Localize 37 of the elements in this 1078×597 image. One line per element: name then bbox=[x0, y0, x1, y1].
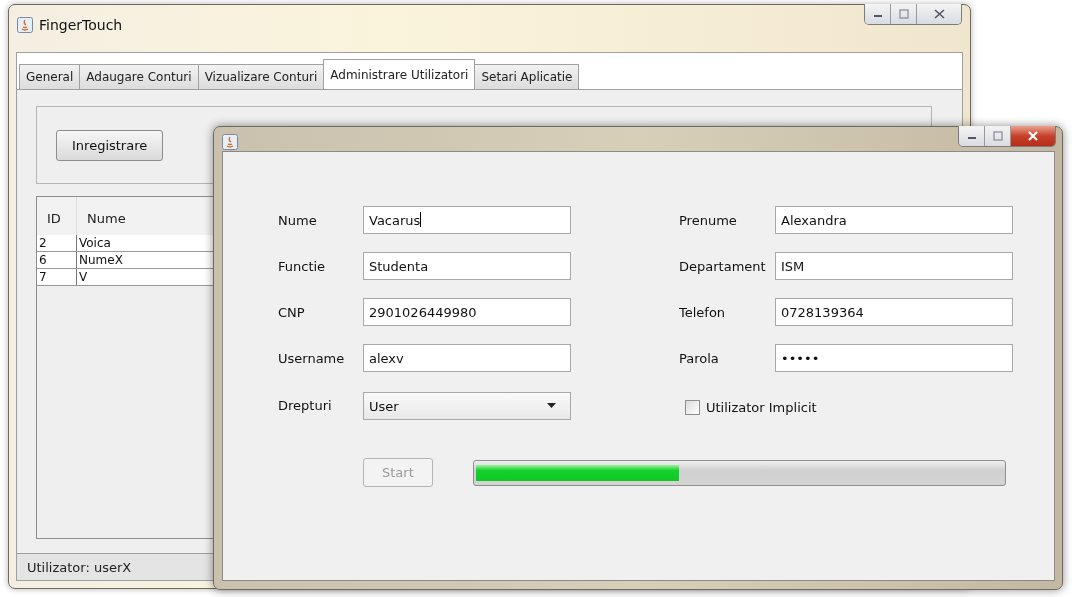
field-label: Prenume bbox=[678, 212, 738, 228]
maximize-icon bbox=[898, 9, 909, 19]
checkbox[interactable] bbox=[685, 399, 700, 415]
field-label: Username bbox=[278, 350, 346, 366]
table-cell: 7 bbox=[37, 269, 77, 285]
input-field[interactable]: ISM bbox=[775, 252, 1013, 280]
tab[interactable]: General bbox=[19, 64, 81, 89]
field-label: Parola bbox=[678, 350, 720, 366]
register-button[interactable]: Inregistrare bbox=[56, 129, 164, 161]
field-label: CNP bbox=[278, 304, 306, 320]
table-cell: 6 bbox=[37, 252, 77, 268]
close-icon bbox=[1027, 131, 1039, 141]
input-field[interactable]: Alexandra bbox=[775, 206, 1013, 234]
minimize-button[interactable] bbox=[959, 126, 985, 146]
close-button[interactable] bbox=[1011, 126, 1055, 146]
window-title: FingerTouch bbox=[39, 17, 123, 33]
field-label: Drepturi bbox=[278, 397, 333, 413]
tab[interactable]: Adaugare Conturi bbox=[79, 64, 199, 89]
close-icon bbox=[933, 9, 945, 19]
caret-icon bbox=[547, 403, 556, 409]
checkbox-label: Utilizator Implicit bbox=[706, 399, 817, 415]
rights-dropdown[interactable]: User bbox=[363, 392, 571, 420]
field-label: Nume bbox=[278, 212, 318, 228]
input-field[interactable]: Vacarus bbox=[363, 206, 571, 234]
app-icon bbox=[17, 17, 33, 33]
maximize-icon bbox=[992, 131, 1003, 141]
minimize-button[interactable] bbox=[865, 4, 891, 24]
input-field[interactable]: 0728139364 bbox=[775, 298, 1013, 326]
input-field[interactable]: ••••• bbox=[775, 344, 1013, 372]
tab[interactable]: Vizualizare Conturi bbox=[197, 64, 325, 89]
close-button[interactable] bbox=[917, 4, 961, 24]
input-field[interactable]: Studenta bbox=[363, 252, 571, 280]
table-cell: 2 bbox=[37, 235, 77, 251]
tab[interactable]: Setari Aplicatie bbox=[474, 64, 580, 89]
input-field[interactable]: 2901026449980 bbox=[363, 298, 571, 326]
field-label: Telefon bbox=[678, 304, 727, 320]
input-field[interactable]: alexv bbox=[363, 344, 571, 372]
